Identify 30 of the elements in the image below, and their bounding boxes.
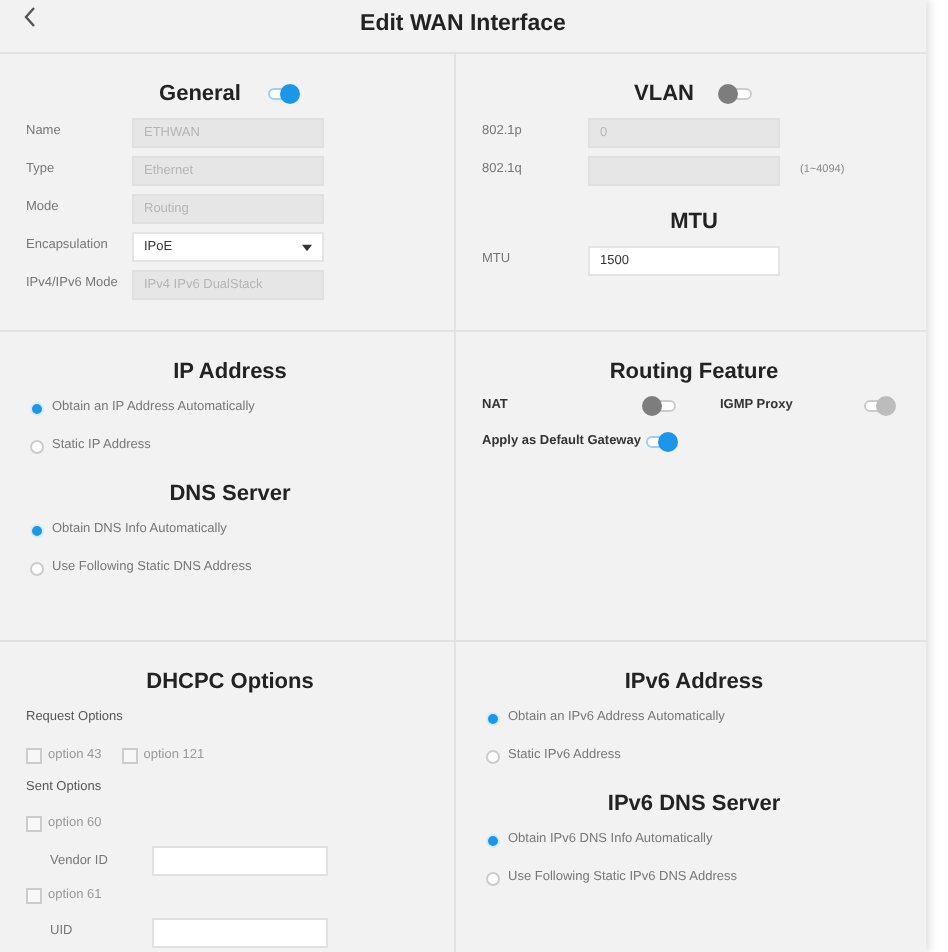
section-title: DHCPC Options (146, 671, 314, 693)
toggle-switch[interactable] (264, 84, 301, 104)
section-title: IPv6 DNS Server (607, 793, 781, 815)
section-title: VLAN (634, 83, 694, 105)
section-title: IPv6 Address (624, 671, 764, 693)
checkbox[interactable] (121, 747, 138, 764)
input-field[interactable] (152, 917, 328, 948)
section-title: IP Address (173, 361, 287, 383)
radio-button[interactable] (30, 401, 44, 415)
section-title: General (159, 83, 241, 105)
section-title: Routing Feature (609, 361, 779, 383)
checkbox[interactable] (26, 816, 42, 833)
section-title: DNS Server (169, 483, 291, 505)
radio-button[interactable] (30, 523, 44, 537)
toggle-switch[interactable] (717, 84, 754, 104)
checkbox[interactable] (26, 887, 42, 904)
radio-button[interactable] (486, 749, 500, 763)
page-title: Edit WAN Interface (360, 14, 566, 38)
checkbox[interactable] (26, 747, 42, 764)
back-icon[interactable] (22, 6, 38, 28)
toggle-switch[interactable] (642, 432, 678, 452)
radio-button[interactable] (30, 561, 44, 575)
toggle-switch[interactable] (642, 396, 678, 416)
input-field[interactable] (152, 846, 328, 876)
radio-button[interactable] (486, 833, 500, 847)
section-title: MTU (670, 211, 718, 233)
radio-button[interactable] (30, 439, 44, 453)
radio-button[interactable] (486, 711, 500, 725)
radio-button[interactable] (486, 871, 500, 885)
caret-icon (302, 243, 312, 251)
